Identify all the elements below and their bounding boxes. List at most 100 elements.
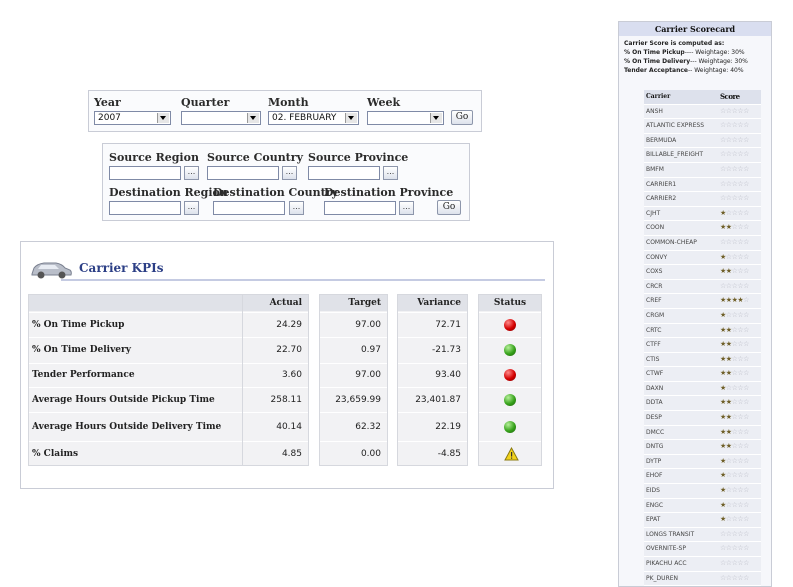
chevron-down-icon[interactable] [345, 113, 357, 123]
carrier-name[interactable]: CTIS [646, 353, 716, 366]
source-country-picker-button[interactable]: ... [282, 166, 297, 180]
carrier-name[interactable]: OVERNITE-SP [646, 542, 716, 555]
carrier-name[interactable]: CARRIER2 [646, 192, 716, 205]
carrier-row[interactable]: CONVY ★☆☆☆☆ [644, 250, 761, 266]
carrier-name[interactable]: EHOF [646, 469, 716, 482]
carrier-row[interactable]: DDTA ★★☆☆☆ [644, 396, 761, 412]
dest-country-picker-button[interactable]: ... [289, 201, 304, 215]
carrier-row[interactable]: COON ★★☆☆☆ [644, 221, 761, 236]
carrier-row[interactable]: CTWF ★★☆☆☆ [644, 367, 761, 382]
carrier-row[interactable]: BMFM ☆☆☆☆☆ [644, 162, 761, 178]
source-province-input[interactable] [308, 166, 380, 180]
dest-region-input[interactable] [109, 201, 181, 215]
weight-line: % On Time Delivery--- Weightage: 30% [624, 58, 748, 65]
month-select[interactable]: 02. FEBRUARY [268, 111, 359, 125]
source-region-input[interactable] [109, 166, 181, 180]
carrier-name[interactable]: DMCC [646, 426, 716, 439]
carrier-name[interactable]: CARRIER1 [646, 178, 716, 191]
chevron-down-icon[interactable] [430, 113, 442, 123]
chevron-down-icon[interactable] [247, 113, 259, 123]
carrier-row[interactable]: CJHT ★☆☆☆☆ [644, 206, 761, 222]
carrier-name[interactable]: LONGS TRANSIT [646, 528, 716, 541]
carrier-row[interactable]: ANSH ☆☆☆☆☆ [644, 104, 761, 120]
carrier-row[interactable]: PIKACHU ACC ☆☆☆☆☆ [644, 557, 761, 572]
carrier-name[interactable]: CTFF [646, 338, 716, 351]
go-button-location[interactable]: Go [437, 200, 461, 215]
carrier-name[interactable]: CRTC [646, 324, 716, 337]
carrier-row[interactable]: COXS ★★☆☆☆ [644, 265, 761, 280]
carrier-row[interactable]: DNTG ★★☆☆☆ [644, 440, 761, 455]
carrier-row[interactable]: DMCC ★★☆☆☆ [644, 425, 761, 441]
carrier-name[interactable]: BERMUDA [646, 134, 716, 147]
carrier-name[interactable]: PK_DUREN [646, 572, 716, 585]
carrier-row[interactable]: CTFF ★★☆☆☆ [644, 338, 761, 353]
carrier-name[interactable]: BILLABLE_FREIGHT [646, 148, 716, 161]
carrier-row[interactable]: EIDS ★☆☆☆☆ [644, 484, 761, 499]
carrier-row[interactable]: EPAT ★☆☆☆☆ [644, 513, 761, 528]
carrier-name[interactable]: COMMON-CHEAP [646, 236, 716, 249]
carrier-row[interactable]: CARRIER1 ☆☆☆☆☆ [644, 177, 761, 193]
carrier-row[interactable]: CRCR ☆☆☆☆☆ [644, 279, 761, 295]
source-country-input[interactable] [207, 166, 279, 180]
carrier-name[interactable]: PIKACHU ACC [646, 557, 716, 570]
carrier-row[interactable]: CTIS ★★☆☆☆ [644, 352, 761, 368]
star-rating: ☆☆☆☆☆ [720, 557, 749, 570]
carrier-name[interactable]: CRCR [646, 280, 716, 293]
carrier-row[interactable]: LONGS TRANSIT ☆☆☆☆☆ [644, 527, 761, 543]
carrier-row[interactable]: CARRIER2 ☆☆☆☆☆ [644, 192, 761, 207]
year-select[interactable]: 2007 [94, 111, 171, 125]
carrier-name[interactable]: COXS [646, 265, 716, 278]
carrier-row[interactable]: CRGM ★☆☆☆☆ [644, 308, 761, 324]
carrier-row[interactable]: DAXN ★☆☆☆☆ [644, 381, 761, 397]
carrier-name[interactable]: ATLANTIC EXPRESS [646, 119, 716, 132]
carrier-row[interactable]: DESP ★★☆☆☆ [644, 411, 761, 426]
carrier-name[interactable]: CREF [646, 294, 716, 307]
star-rating: ★☆☆☆☆ [720, 207, 749, 220]
star-rating: ★★★★☆ [720, 294, 749, 307]
carrier-row[interactable]: ENGC ★☆☆☆☆ [644, 498, 761, 514]
carrier-name[interactable]: EIDS [646, 484, 716, 497]
star-rating: ★★☆☆☆ [720, 411, 749, 424]
metric-cell: % On Time Delivery [29, 337, 261, 363]
carrier-row[interactable]: BILLABLE_FREIGHT ☆☆☆☆☆ [644, 148, 761, 163]
carrier-name[interactable]: CRGM [646, 309, 716, 322]
quarter-select[interactable] [181, 111, 261, 125]
carrier-row[interactable]: CRTC ★★☆☆☆ [644, 323, 761, 339]
dest-province-picker-button[interactable]: ... [399, 201, 414, 215]
carrier-name[interactable]: EPAT [646, 513, 716, 526]
carrier-row[interactable]: ATLANTIC EXPRESS ☆☆☆☆☆ [644, 119, 761, 134]
carrier-row[interactable]: EHOF ★☆☆☆☆ [644, 469, 761, 485]
carrier-name[interactable]: CJHT [646, 207, 716, 220]
variance-cell: 72.71 [398, 312, 467, 337]
dest-province-input[interactable] [324, 201, 396, 215]
empty-star-icon: ☆ [743, 442, 749, 451]
carrier-row[interactable]: CREF ★★★★☆ [644, 294, 761, 309]
carrier-name[interactable]: BMFM [646, 163, 716, 176]
carrier-row[interactable]: PK_DUREN ☆☆☆☆☆ [644, 571, 761, 586]
dest-country-input[interactable] [213, 201, 285, 215]
star-rating: ☆☆☆☆☆ [720, 178, 749, 191]
carrier-name[interactable]: DAXN [646, 382, 716, 395]
status-cell [479, 363, 541, 387]
carrier-name[interactable]: COON [646, 221, 716, 234]
carrier-name[interactable]: ANSH [646, 105, 716, 118]
carrier-row[interactable]: DYTP ★☆☆☆☆ [644, 454, 761, 470]
chevron-down-icon[interactable] [157, 113, 169, 123]
carrier-row[interactable]: OVERNITE-SP ☆☆☆☆☆ [644, 542, 761, 557]
week-select[interactable] [367, 111, 444, 125]
carrier-row[interactable]: BERMUDA ☆☆☆☆☆ [644, 133, 761, 149]
carrier-name[interactable]: DESP [646, 411, 716, 424]
source-province-picker-button[interactable]: ... [383, 166, 398, 180]
dest-region-picker-button[interactable]: ... [184, 201, 199, 215]
metric-cell: % On Time Pickup [29, 312, 261, 337]
carrier-name[interactable]: DNTG [646, 440, 716, 453]
carrier-name[interactable]: ENGC [646, 499, 716, 512]
go-button-time[interactable]: Go [451, 110, 473, 125]
carrier-name[interactable]: CTWF [646, 367, 716, 380]
source-region-picker-button[interactable]: ... [184, 166, 199, 180]
empty-star-icon: ☆ [743, 237, 749, 246]
carrier-name[interactable]: CONVY [646, 251, 716, 264]
carrier-name[interactable]: DYTP [646, 455, 716, 468]
carrier-name[interactable]: DDTA [646, 396, 716, 409]
carrier-row[interactable]: COMMON-CHEAP ☆☆☆☆☆ [644, 235, 761, 251]
